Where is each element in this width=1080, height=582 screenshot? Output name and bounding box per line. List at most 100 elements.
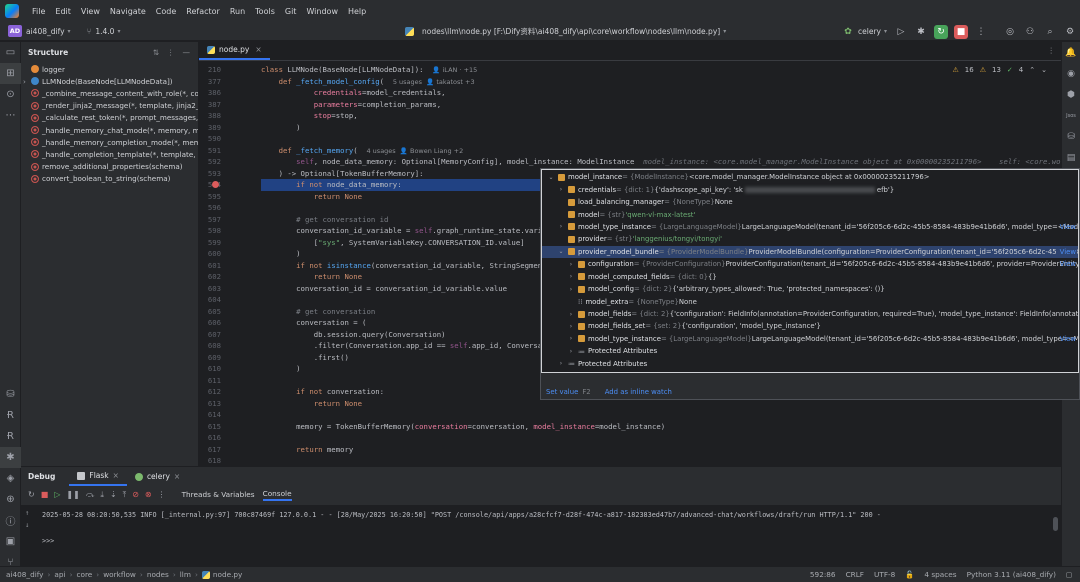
code-line[interactable]: 377 def _fetch_model_config( 5 usages 👤 … — [199, 76, 1061, 88]
breadcrumb-item[interactable]: core — [76, 570, 92, 579]
chevron-right-icon[interactable]: › — [557, 186, 565, 193]
run-config[interactable]: celery — [858, 27, 881, 36]
caret-position[interactable]: 592:86 — [810, 570, 836, 579]
scroll-down-icon[interactable]: ↓ — [25, 521, 37, 529]
variable-row[interactable]: ⌄ model_instance = {ModelInstance} <core.… — [542, 171, 1078, 183]
notification-icon[interactable]: ◻ — [1066, 570, 1072, 579]
line-number[interactable]: 600 — [199, 248, 221, 260]
menu-git[interactable]: Git — [280, 7, 302, 16]
menu-refactor[interactable]: Refactor — [181, 7, 225, 16]
commit-icon[interactable]: ⊙ — [0, 84, 21, 105]
terminal-icon[interactable]: ▣ — [0, 531, 21, 552]
variable-row[interactable]: › model_type_instance = {LargeLanguageMod… — [542, 333, 1078, 345]
more-icon[interactable]: ⋮ — [158, 490, 166, 499]
console-prompt[interactable]: >>> — [42, 537, 54, 545]
variable-row[interactable]: provider = {str} 'langgenius/tongyi/tong… — [542, 233, 1078, 245]
variable-row[interactable]: model = {str} 'qwen-vl-max-latest' — [542, 208, 1078, 220]
line-number[interactable]: 598 — [199, 225, 221, 237]
line-number[interactable]: 605 — [199, 306, 221, 318]
code-line[interactable]: 591 def _fetch_memory( 4 usages 👤 Bowen … — [199, 145, 1061, 157]
line-number[interactable]: 592 — [199, 156, 221, 168]
more-icon[interactable]: ⋮ — [974, 25, 988, 39]
indent-setting[interactable]: 4 spaces — [924, 570, 956, 579]
debug-tool-icon[interactable]: ✱ — [0, 447, 21, 468]
variable-row[interactable]: › model_computed_fields = {dict: 0} {} — [542, 271, 1078, 283]
close-icon[interactable]: × — [113, 471, 119, 480]
scroll-up-icon[interactable]: ↑ — [25, 509, 37, 517]
chevron-down-icon[interactable]: ▾ — [68, 28, 71, 35]
chevron-right-icon[interactable]: › — [567, 348, 575, 355]
line-number[interactable]: 591 — [199, 145, 221, 157]
variable-row[interactable]: ⁞⁞ model_extra = {NoneType} None — [542, 295, 1078, 307]
rerun-icon[interactable]: ↻ — [934, 24, 948, 39]
variable-row[interactable]: ⌄ provider_model_bundle = {ProviderModelB… — [542, 245, 1078, 259]
step-into-icon[interactable]: ⤓ — [100, 490, 104, 500]
chevron-down-icon[interactable]: ▾ — [117, 28, 120, 35]
line-number[interactable]: 599 — [199, 237, 221, 249]
code-line[interactable]: 590 — [199, 133, 1061, 145]
breadcrumb-item[interactable]: nodes — [147, 570, 169, 579]
structure-item[interactable]: _handle_memory_chat_mode(*, memory, memo… — [21, 124, 198, 136]
pause-icon[interactable]: ❚❚ — [66, 490, 79, 499]
mute-breakpoints-icon[interactable]: ⊗ — [145, 490, 152, 499]
resume-icon[interactable]: ▷ — [54, 490, 60, 499]
step-into-my-code-icon[interactable]: ⇣ — [110, 490, 117, 499]
line-separator[interactable]: CRLF — [846, 570, 864, 579]
chevron-down-icon[interactable]: ⌄ — [547, 174, 555, 181]
variable-row[interactable]: › model_type_instance = {LargeLanguageMod… — [542, 221, 1078, 233]
r-console-icon[interactable]: Ɍ — [0, 405, 21, 426]
json-tool-label[interactable]: Jsos — [1062, 105, 1080, 126]
breadcrumb-item[interactable]: ai408_dify — [6, 570, 44, 579]
add-user-icon[interactable]: ⚇ — [1023, 25, 1037, 39]
ai-chat-icon[interactable]: ◉ — [1062, 63, 1080, 84]
chevron-right-icon[interactable]: › — [567, 335, 575, 342]
variable-row[interactable]: › model_config = {dict: 2} {'arbitrary_ty… — [542, 283, 1078, 295]
chevron-down-icon[interactable]: ⌄ — [557, 248, 565, 255]
menu-file[interactable]: File — [27, 7, 50, 16]
chevron-down-icon[interactable]: ▾ — [723, 28, 726, 35]
line-number[interactable]: 601 — [199, 260, 221, 272]
code-line[interactable]: 387 parameters=completion_params, — [199, 99, 1061, 111]
code-line[interactable]: 618 — [199, 455, 1061, 466]
view-link[interactable]: View — [1056, 247, 1076, 256]
console-output[interactable]: ↑ ↓ 2025-05-28 08:20:50,535 INFO [_inter… — [21, 505, 1061, 567]
line-number[interactable]: 617 — [199, 444, 221, 456]
variable-row[interactable]: › configuration = {ProviderConfiguration}… — [542, 258, 1078, 270]
line-number[interactable]: 387 — [199, 99, 221, 111]
structure-item[interactable]: _calculate_rest_token(*, prompt_messages… — [21, 112, 198, 124]
chevron-right-icon[interactable]: › — [567, 311, 575, 318]
chevron-right-icon[interactable]: › — [567, 323, 575, 330]
variable-inspector-popup[interactable]: ⌄ model_instance = {ModelInstance} <core.… — [540, 168, 1080, 400]
line-number[interactable]: 590 — [199, 133, 221, 145]
run-icon[interactable]: ▷ — [894, 25, 908, 39]
line-number[interactable]: 613 — [199, 398, 221, 410]
structure-item[interactable]: remove_additional_properties(schema) — [21, 161, 198, 173]
minimize-icon[interactable]: — — [183, 48, 191, 57]
project-name[interactable]: ai408_dify — [26, 27, 65, 36]
code-line[interactable]: 614 — [199, 409, 1061, 421]
structure-item[interactable]: _handle_memory_completion_mode(*, memory… — [21, 136, 198, 148]
tab-flask[interactable]: Flask × — [69, 467, 127, 486]
line-number[interactable]: 603 — [199, 283, 221, 295]
line-number[interactable]: 608 — [199, 340, 221, 352]
line-number[interactable]: 210 — [199, 64, 221, 76]
variable-row[interactable]: › credentials = {dict: 1} {'dashscope_api… — [542, 183, 1078, 195]
variable-row[interactable]: load_balancing_manager = {NoneType} None — [542, 196, 1078, 208]
project-badge[interactable]: AD — [8, 25, 22, 37]
python-packages-icon[interactable]: ⛁ — [0, 384, 21, 405]
line-number[interactable]: 388 — [199, 110, 221, 122]
code-line[interactable]: 616 — [199, 432, 1061, 444]
chevron-right-icon[interactable]: › — [557, 360, 565, 367]
structure-item[interactable]: _combine_message_content_with_role(*, co… — [21, 87, 198, 99]
notifications-icon[interactable]: 🔔 — [1062, 42, 1080, 63]
chevron-down-icon[interactable]: ▾ — [884, 28, 887, 35]
close-icon[interactable]: × — [255, 45, 261, 54]
python-interpreter[interactable]: Python 3.11 (ai408_dify) — [967, 570, 1056, 579]
line-number[interactable]: 616 — [199, 432, 221, 444]
view-link[interactable]: View — [1057, 335, 1076, 343]
services-icon[interactable]: ◈ — [0, 468, 21, 489]
tab-node-py[interactable]: node.py × — [199, 42, 270, 60]
line-number[interactable]: 615 — [199, 421, 221, 433]
rerun-icon[interactable]: ↻ — [28, 490, 35, 499]
menu-edit[interactable]: Edit — [50, 7, 76, 16]
